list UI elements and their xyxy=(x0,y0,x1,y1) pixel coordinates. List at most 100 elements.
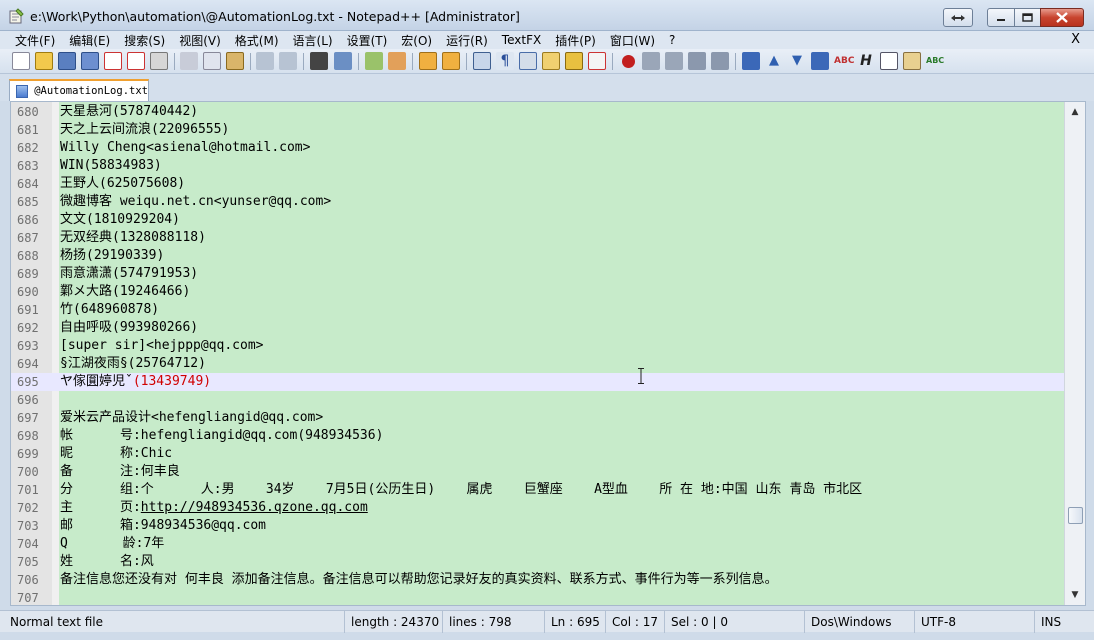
stop-macro-icon[interactable] xyxy=(642,52,660,70)
restore-alt-button[interactable] xyxy=(943,8,973,27)
menu-edit[interactable]: 编辑(E) xyxy=(69,32,110,49)
doc-map-icon[interactable] xyxy=(565,52,583,70)
text-line[interactable]: 689 雨意潇潇(574791953) xyxy=(11,265,1065,283)
text-line[interactable]: 686 文文(1810929204) xyxy=(11,211,1065,229)
line-number: 690 xyxy=(17,285,39,299)
zoom-in-icon[interactable] xyxy=(365,52,383,70)
redo-icon[interactable] xyxy=(279,52,297,70)
close-file-icon[interactable] xyxy=(104,52,122,70)
close-document-button[interactable]: X xyxy=(1071,32,1080,47)
scroll-down-icon[interactable]: ▼ xyxy=(1068,588,1082,602)
text-line[interactable]: 680 天星悬河(578740442) xyxy=(11,103,1065,121)
new-file-icon[interactable] xyxy=(12,52,30,70)
text-line[interactable]: 694 §江湖夜雨§(25764712) xyxy=(11,355,1065,373)
play-multiple-icon[interactable] xyxy=(688,52,706,70)
text-line[interactable]: 703 邮 箱:948934536@qq.com xyxy=(11,517,1065,535)
print-icon[interactable] xyxy=(150,52,168,70)
text-line[interactable]: 706 备注信息您还没有对 何丰良 添加备注信息。备注信息可以帮助您记录好友的真实… xyxy=(11,571,1065,589)
save-icon[interactable] xyxy=(58,52,76,70)
spell-check-auto-icon[interactable]: ABC xyxy=(926,52,944,70)
user-lang-icon[interactable] xyxy=(542,52,560,70)
cut-icon[interactable] xyxy=(180,52,198,70)
url-link[interactable]: http://948934536.qzone.qq.com xyxy=(141,500,368,515)
plugin-manager-icon[interactable] xyxy=(903,52,921,70)
menu-macro[interactable]: 宏(O) xyxy=(401,32,432,49)
open-file-icon[interactable] xyxy=(35,52,53,70)
vertical-scrollbar[interactable]: ▲ ▼ xyxy=(1064,102,1085,605)
menu-settings[interactable]: 设置(T) xyxy=(347,32,388,49)
status-insert-mode[interactable]: INS xyxy=(1034,611,1090,633)
close-all-icon[interactable] xyxy=(127,52,145,70)
save-macro-icon[interactable] xyxy=(711,52,729,70)
scroll-up-icon[interactable]: ▲ xyxy=(1068,105,1082,119)
close-button[interactable] xyxy=(1040,8,1084,27)
text-line[interactable]: 688 杨扬(29190339) xyxy=(11,247,1065,265)
text-line[interactable]: 681 天之上云间流浪(22096555) xyxy=(11,121,1065,139)
arrow-down-icon[interactable]: ▼ xyxy=(788,52,806,70)
text-line[interactable]: 698 帐 号:hefengliangid@qq.com(948934536) xyxy=(11,427,1065,445)
text-line[interactable]: 682 Willy Cheng<asienal@hotmail.com> xyxy=(11,139,1065,157)
text-line[interactable]: 700 备 注:何丰良 xyxy=(11,463,1065,481)
text-line[interactable]: 691 竹(648960878) xyxy=(11,301,1065,319)
console-icon[interactable] xyxy=(880,52,898,70)
tab-automation-log[interactable]: @AutomationLog.txt xyxy=(9,79,149,101)
text-line[interactable]: 705 姓 名:风 xyxy=(11,553,1065,571)
line-content: Willy Cheng<asienal@hotmail.com> xyxy=(60,140,311,155)
html-tag-icon[interactable]: H xyxy=(857,52,875,70)
zoom-out-icon[interactable] xyxy=(388,52,406,70)
menu-view[interactable]: 视图(V) xyxy=(179,32,221,49)
text-line[interactable]: 692 自由呼吸(993980266) xyxy=(11,319,1065,337)
text-line[interactable]: 699 昵 称:Chic xyxy=(11,445,1065,463)
status-eol[interactable]: Dos\Windows xyxy=(804,611,914,633)
text-line[interactable]: 704 Q 龄:7年 xyxy=(11,535,1065,553)
line-number: 704 xyxy=(17,537,39,551)
find-icon[interactable] xyxy=(310,52,328,70)
text-line[interactable]: 693 [super sir]<hejppp@qq.com> xyxy=(11,337,1065,355)
text-line[interactable]: 702 主 页:http://948934536.qzone.qq.com xyxy=(11,499,1065,517)
menu-run[interactable]: 运行(R) xyxy=(446,32,488,49)
menu-format[interactable]: 格式(M) xyxy=(235,32,279,49)
menu-textfx[interactable]: TextFX xyxy=(502,33,541,47)
show-all-chars-icon[interactable]: ¶ xyxy=(496,52,514,70)
replace-icon[interactable] xyxy=(334,52,352,70)
text-line[interactable]: 697 爱米云产品设计<hefengliangid@qq.com> xyxy=(11,409,1065,427)
line-text: WIN(58834983) xyxy=(60,157,162,175)
menu-search[interactable]: 搜索(S) xyxy=(124,32,165,49)
line-text: 王野人(625075608) xyxy=(60,175,185,193)
minimize-button[interactable] xyxy=(987,8,1015,27)
spellcheck-icon[interactable]: ABC xyxy=(834,52,854,70)
text-line[interactable]: 701 分 组:个 人:男 34岁 7月5日(公历生日) 属虎 巨蟹座 A型血 所… xyxy=(11,481,1065,499)
text-line[interactable]: 685 微趣博客 weiqu.net.cn<yunser@qq.com> xyxy=(11,193,1065,211)
undo-icon[interactable] xyxy=(256,52,274,70)
arrow-up-icon[interactable]: ▲ xyxy=(765,52,783,70)
maximize-button[interactable] xyxy=(1014,8,1041,27)
text-line[interactable]: 707 xyxy=(11,589,1065,605)
menu-file[interactable]: 文件(F) xyxy=(15,32,55,49)
text-line[interactable]: 687 无双经典(1328088118) xyxy=(11,229,1065,247)
sort-desc-icon[interactable] xyxy=(811,52,829,70)
text-line[interactable]: 696 xyxy=(11,391,1065,409)
word-wrap-icon[interactable] xyxy=(473,52,491,70)
record-macro-icon[interactable] xyxy=(622,55,635,68)
scroll-thumb[interactable] xyxy=(1068,507,1083,524)
current-line[interactable]: 695 ヤ傢圎婷児ˇ(13439749) xyxy=(11,373,1065,391)
menu-help[interactable]: ? xyxy=(669,33,675,47)
copy-icon[interactable] xyxy=(203,52,221,70)
sort-icon[interactable] xyxy=(742,52,760,70)
paste-icon[interactable] xyxy=(226,52,244,70)
menu-plugins[interactable]: 插件(P) xyxy=(555,32,596,49)
status-encoding[interactable]: UTF-8 xyxy=(914,611,1034,633)
text-line[interactable]: 684 王野人(625075608) xyxy=(11,175,1065,193)
text-line[interactable]: 683 WIN(58834983) xyxy=(11,157,1065,175)
menu-window[interactable]: 窗口(W) xyxy=(610,32,655,49)
save-all-icon[interactable] xyxy=(81,52,99,70)
sync-vertical-icon[interactable] xyxy=(419,52,437,70)
sync-horizontal-icon[interactable] xyxy=(442,52,460,70)
text-line[interactable]: 690 鄴メ大路(19246466) xyxy=(11,283,1065,301)
indent-guide-icon[interactable] xyxy=(519,52,537,70)
menu-language[interactable]: 语言(L) xyxy=(293,32,333,49)
line-number: 706 xyxy=(17,573,39,587)
play-macro-icon[interactable] xyxy=(665,52,683,70)
editor-pane[interactable]: 680 天星悬河(578740442) 681 天之上云间流浪(22096555) 68… xyxy=(10,101,1086,606)
function-list-icon[interactable] xyxy=(588,52,606,70)
